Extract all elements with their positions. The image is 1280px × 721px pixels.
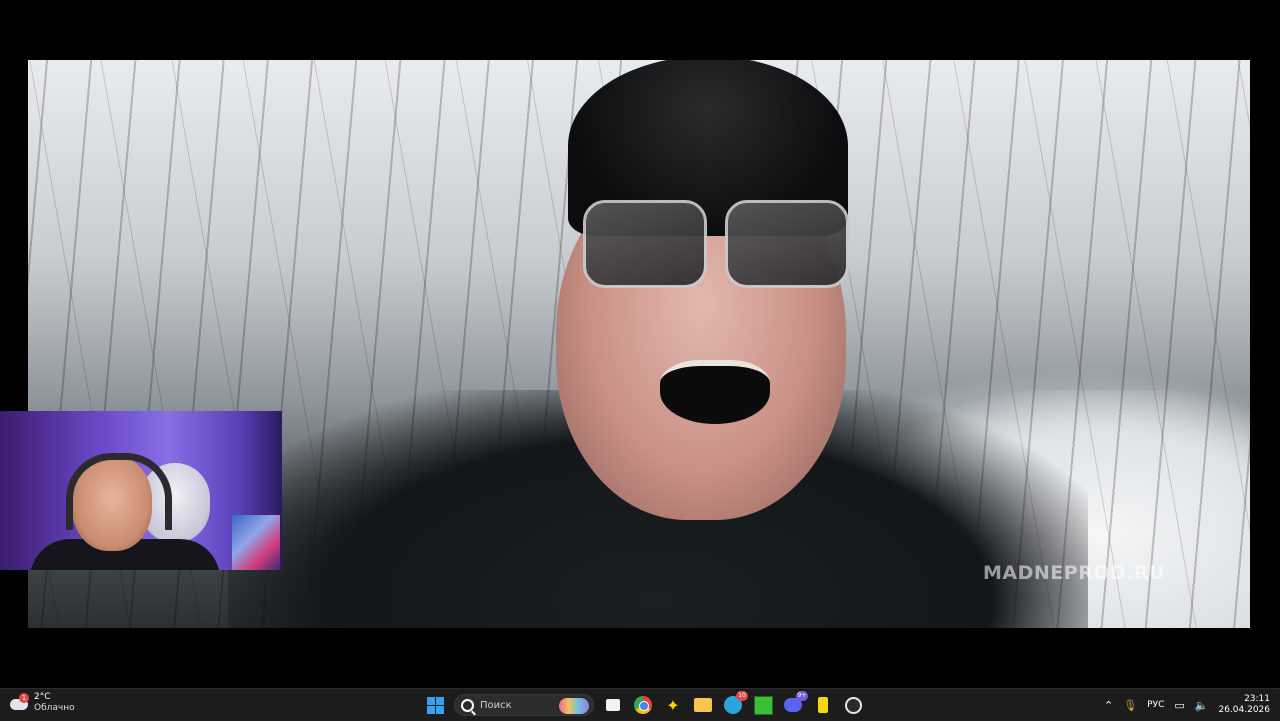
minecraft-icon: [753, 695, 773, 715]
telegram-badge: 10: [736, 691, 748, 701]
weather-condition: Облачно: [34, 703, 75, 713]
windows-icon: [426, 696, 444, 714]
chrome-icon: [634, 696, 652, 714]
discord-button[interactable]: 9+: [782, 691, 808, 716]
left-lens: [583, 200, 707, 288]
search-icon: [461, 698, 474, 712]
language-indicator[interactable]: РУС: [1147, 700, 1164, 710]
app-star-button[interactable]: ✦: [662, 694, 684, 716]
yellow-app-icon: [818, 697, 828, 713]
telegram-button[interactable]: 10: [722, 691, 748, 716]
taskbar: 1 2°C Облачно Поиск ✦ 10 9+ ⌃ 🎙 РУС ▭ 🔈 …: [0, 688, 1280, 721]
clock-date: 26.04.2026: [1218, 705, 1270, 715]
right-lens: [725, 200, 849, 288]
weather-widget[interactable]: 1 2°C Облачно: [10, 692, 75, 714]
obs-icon: [844, 696, 862, 714]
obs-button[interactable]: [842, 694, 864, 716]
wall-poster: [232, 515, 280, 570]
minecraft-button[interactable]: [752, 694, 774, 716]
file-explorer-button[interactable]: [692, 694, 714, 716]
start-button[interactable]: [424, 694, 446, 716]
weather-temperature: 2°C: [34, 692, 51, 702]
search-box[interactable]: Поиск: [454, 694, 594, 716]
yellow-app-button[interactable]: [812, 694, 834, 716]
webcam-overlay: [0, 411, 282, 570]
microphone-icon[interactable]: 🎙: [1123, 699, 1137, 712]
chrome-button[interactable]: [632, 694, 654, 716]
search-placeholder: Поиск: [480, 699, 512, 711]
cloud-icon: 1: [10, 693, 29, 710]
task-view-button[interactable]: [602, 694, 624, 716]
task-view-icon: [606, 699, 620, 711]
search-highlight-icon: [559, 698, 589, 714]
clock[interactable]: 23:11 26.04.2026: [1218, 694, 1270, 716]
show-hidden-icons-button[interactable]: ⌃: [1104, 699, 1113, 712]
clock-time: 23:11: [1244, 694, 1270, 704]
taskbar-apps: Поиск ✦ 10 9+: [424, 691, 864, 717]
system-tray: ⌃ 🎙 РУС ▭ 🔈 23:11 26.04.2026: [1104, 689, 1280, 721]
headphones-icon: [66, 453, 172, 530]
video-watermark: MADNEPROD.RU: [983, 562, 1166, 584]
volume-icon[interactable]: 🔈: [1195, 699, 1209, 712]
star-icon: ✦: [666, 695, 680, 715]
discord-badge: 9+: [796, 691, 808, 701]
folder-icon: [694, 698, 712, 712]
weather-badge: 1: [19, 693, 29, 703]
sunglasses-shape: [583, 200, 849, 290]
mouth-shape: [660, 360, 770, 424]
network-icon[interactable]: ▭: [1174, 699, 1184, 712]
